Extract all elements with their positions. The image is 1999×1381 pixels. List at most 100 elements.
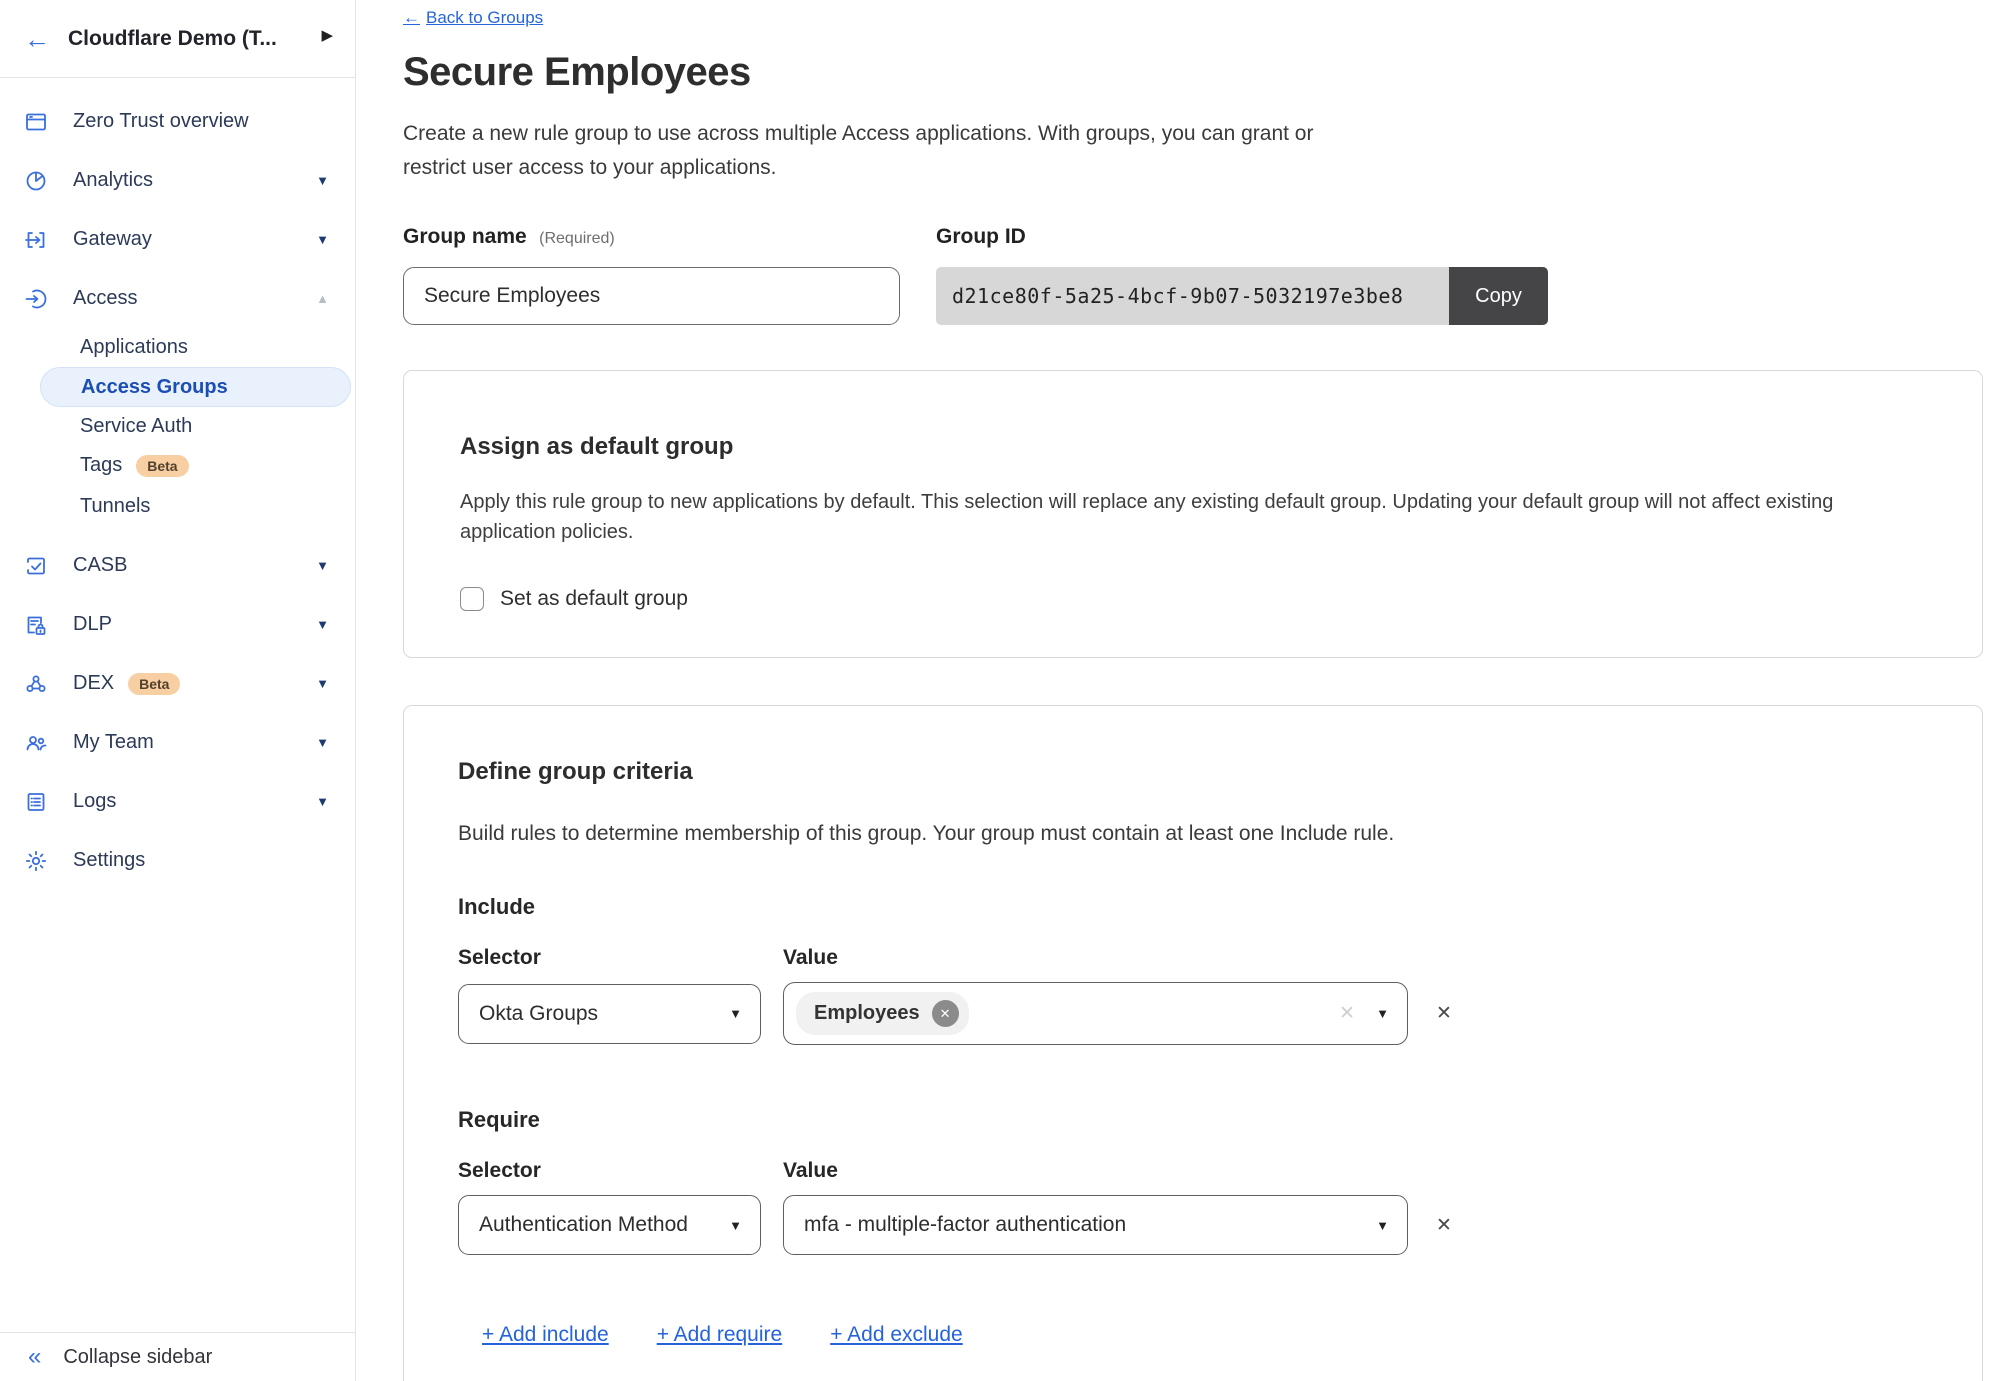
set-default-group-checkbox[interactable]	[460, 587, 484, 611]
require-heading: Require	[458, 1107, 1928, 1133]
assign-default-group-card: Assign as default group Apply this rule …	[403, 370, 1983, 658]
page-title: Secure Employees	[403, 50, 1979, 95]
back-link-label: Back to Groups	[426, 8, 543, 28]
collapse-sidebar-button[interactable]: « Collapse sidebar	[0, 1332, 355, 1381]
include-value-label: Value	[783, 946, 838, 970]
sidebar-item-label: Logs	[73, 790, 116, 813]
group-id-label: Group ID	[936, 225, 1026, 248]
include-value-multiselect[interactable]: Employees ✕ ✕ ▼	[783, 982, 1408, 1045]
beta-badge: Beta	[128, 673, 180, 695]
sidebar-item-settings[interactable]: Settings	[0, 831, 355, 890]
account-name: Cloudflare Demo (T...	[68, 27, 277, 51]
sidebar-item-label: DLP	[73, 613, 112, 636]
sidebar-item-label: CASB	[73, 554, 127, 577]
gear-icon	[24, 849, 48, 873]
required-hint: (Required)	[539, 230, 615, 247]
remove-include-rule-icon[interactable]: ✕	[1436, 1002, 1452, 1025]
add-require-link[interactable]: + Add require	[657, 1323, 783, 1347]
sidebar-item-applications[interactable]: Applications	[0, 328, 355, 367]
sidebar-item-dlp[interactable]: DLP ▼	[0, 595, 355, 654]
sidebar-item-my-team[interactable]: My Team ▼	[0, 713, 355, 772]
include-rule-row: Okta Groups ▼ Employees ✕ ✕ ▼ ✕	[458, 982, 1928, 1045]
sidebar-item-dex[interactable]: DEX Beta ▼	[0, 654, 355, 713]
group-name-id-row: Group name (Required) Group ID d21ce80f-…	[403, 225, 1979, 325]
sidebar-item-label: Access	[73, 287, 137, 310]
require-selector-dropdown[interactable]: Authentication Method ▼	[458, 1195, 761, 1255]
sidebar-item-zero-trust-overview[interactable]: Zero Trust overview	[0, 92, 355, 151]
sidebar-item-label: Service Auth	[80, 415, 192, 438]
sidebar-item-gateway[interactable]: Gateway ▼	[0, 210, 355, 269]
require-rule-row: Authentication Method ▼ mfa - multiple-f…	[458, 1195, 1928, 1255]
sidebar-header: ← Cloudflare Demo (T... ▶	[0, 0, 355, 78]
chevron-down-icon[interactable]: ▼	[316, 735, 329, 750]
dex-network-icon	[24, 672, 48, 696]
add-include-link[interactable]: + Add include	[482, 1323, 609, 1347]
criteria-card-description: Build rules to determine membership of t…	[458, 822, 1928, 846]
back-arrow-icon: ←	[403, 8, 420, 28]
sidebar-item-service-auth[interactable]: Service Auth	[0, 407, 355, 446]
criteria-card-title: Define group criteria	[458, 758, 1928, 786]
chip-label: Employees	[814, 1002, 920, 1025]
sidebar-item-access[interactable]: Access ▲	[0, 269, 355, 328]
chevron-down-icon: ▼	[1376, 1218, 1389, 1233]
include-selector-value: Okta Groups	[479, 1002, 598, 1026]
sidebar-item-tags[interactable]: Tags Beta	[0, 446, 355, 485]
set-default-group-row: Set as default group	[460, 587, 1926, 611]
sidebar-item-casb[interactable]: CASB ▼	[0, 536, 355, 595]
analytics-pie-icon	[24, 169, 48, 193]
casb-icon	[24, 554, 48, 578]
sidebar-item-label: Tags	[80, 454, 122, 477]
require-labels-row: Selector Value	[458, 1159, 1928, 1183]
require-selector-label: Selector	[458, 1159, 783, 1183]
sidebar-item-tunnels[interactable]: Tunnels	[0, 485, 355, 528]
sidebar-item-analytics[interactable]: Analytics ▼	[0, 151, 355, 210]
sidebar-item-access-groups[interactable]: Access Groups	[40, 367, 351, 407]
collapse-chevrons-icon: «	[28, 1345, 41, 1369]
remove-require-rule-icon[interactable]: ✕	[1436, 1214, 1452, 1237]
sidebar-item-label: Gateway	[73, 228, 152, 251]
chevron-down-icon[interactable]: ▼	[316, 173, 329, 188]
sidebar-nav: Zero Trust overview Analytics ▼ Gateway …	[0, 78, 355, 890]
chevron-down-icon[interactable]: ▼	[316, 232, 329, 247]
define-group-criteria-card: Define group criteria Build rules to det…	[403, 705, 1983, 1381]
chevron-down-icon[interactable]: ▼	[316, 676, 329, 691]
dlp-document-lock-icon	[24, 613, 48, 637]
chevron-up-icon[interactable]: ▲	[316, 291, 329, 306]
group-id-value: d21ce80f-5a25-4bcf-9b07-5032197e3be8	[936, 267, 1449, 325]
default-card-title: Assign as default group	[460, 433, 1926, 461]
require-selector-value: Authentication Method	[479, 1213, 688, 1237]
include-selector-dropdown[interactable]: Okta Groups ▼	[458, 984, 761, 1044]
include-labels-row: Selector Value	[458, 946, 1928, 970]
main-content: ← Back to Groups Secure Employees Create…	[357, 0, 1999, 1381]
sidebar-item-label: Applications	[80, 336, 188, 359]
sidebar-item-label: Zero Trust overview	[73, 110, 249, 133]
sidebar: ← Cloudflare Demo (T... ▶ Zero Trust ove…	[0, 0, 356, 1381]
chevron-down-icon[interactable]: ▼	[316, 617, 329, 632]
sidebar-item-label: Access Groups	[81, 376, 228, 399]
chevron-down-icon[interactable]: ▼	[316, 558, 329, 573]
set-default-group-label: Set as default group	[500, 587, 688, 611]
team-people-icon	[24, 731, 48, 755]
chevron-down-icon[interactable]: ▼	[316, 794, 329, 809]
sidebar-item-logs[interactable]: Logs ▼	[0, 772, 355, 831]
include-heading: Include	[458, 894, 1928, 920]
group-name-label: Group name	[403, 225, 527, 248]
expand-caret-icon[interactable]: ▶	[321, 26, 333, 44]
back-arrow-icon[interactable]: ←	[24, 26, 50, 52]
require-value-label: Value	[783, 1159, 838, 1183]
overview-icon	[24, 110, 48, 134]
back-to-groups-link[interactable]: ← Back to Groups	[403, 8, 543, 28]
add-exclude-link[interactable]: + Add exclude	[830, 1323, 963, 1347]
group-name-input[interactable]	[403, 267, 900, 325]
page-description: Create a new rule group to use across mu…	[403, 117, 1368, 185]
require-value-dropdown[interactable]: mfa - multiple-factor authentication ▼	[783, 1195, 1408, 1255]
add-rule-links: + Add include + Add require + Add exclud…	[458, 1323, 1928, 1347]
sidebar-item-label: DEX	[73, 672, 114, 695]
copy-button[interactable]: Copy	[1449, 267, 1548, 325]
require-value: mfa - multiple-factor authentication	[804, 1213, 1126, 1237]
default-card-description: Apply this rule group to new application…	[460, 487, 1880, 547]
sidebar-item-label: My Team	[73, 731, 154, 754]
employees-chip: Employees ✕	[796, 992, 969, 1035]
clear-values-icon[interactable]: ✕	[1339, 1002, 1355, 1025]
chip-remove-icon[interactable]: ✕	[932, 1000, 959, 1027]
